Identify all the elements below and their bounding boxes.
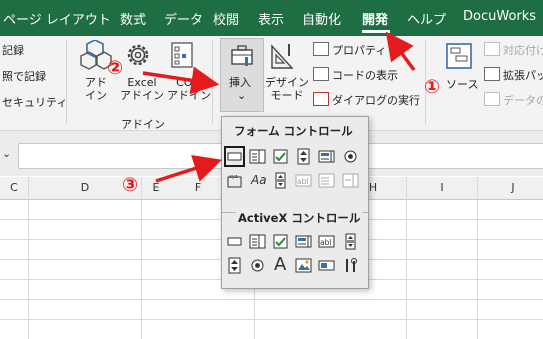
arrow-2 bbox=[142, 66, 220, 95]
annotation-overlay bbox=[142, 31, 416, 183]
arrow-3 bbox=[155, 155, 222, 183]
arrow-1 bbox=[385, 31, 416, 72]
annotation-marker-2: ② bbox=[107, 57, 124, 79]
annotation-marker-3: ③ bbox=[122, 174, 139, 196]
annotation-marker-1: ① bbox=[424, 76, 441, 98]
